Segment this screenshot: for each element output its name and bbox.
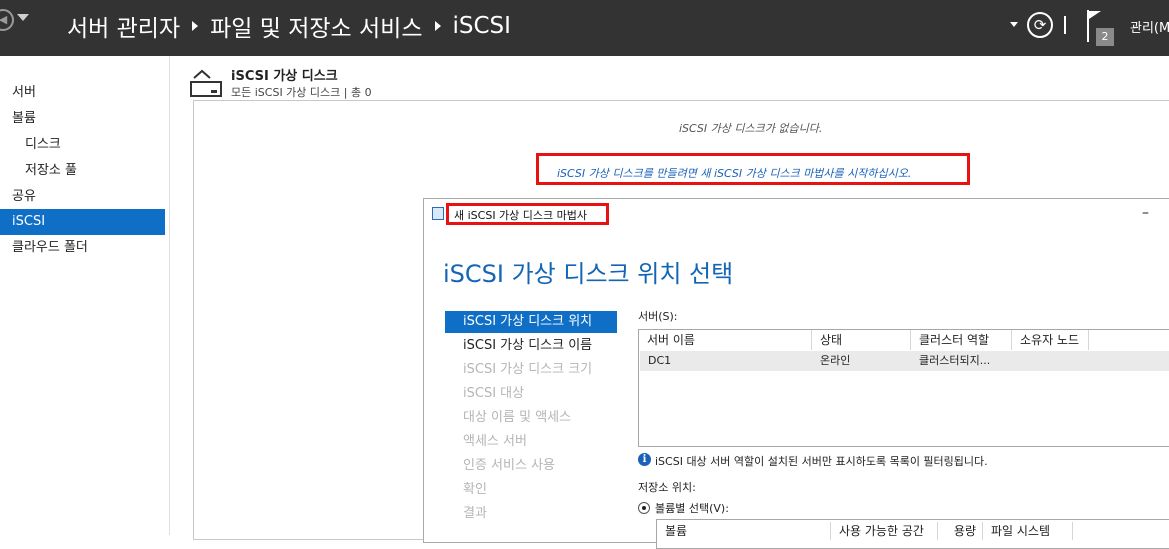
back-arrow-icon[interactable]: ◀ (0, 9, 14, 31)
sidebar-item-disks[interactable]: 디스크 (0, 132, 165, 158)
history-dropdown-icon[interactable] (17, 14, 29, 21)
column-header-capacity[interactable]: 용량 (938, 522, 983, 540)
storage-location-label: 저장소 위치: (638, 481, 696, 494)
title-bar: ◀ 서버 관리자 파일 및 저장소 서비스 iSCSI ⟳ 2 관리(M (0, 0, 1169, 56)
sidebar-item-cloud-folders[interactable]: 클라우드 폴더 (0, 235, 165, 261)
step-iscsi-target: iSCSI 대상 (463, 386, 525, 401)
breadcrumb-separator-icon (434, 21, 441, 31)
sidebar-item-iscsi[interactable]: iSCSI (0, 209, 165, 235)
column-header-cluster-role[interactable]: 클러스터 역할 (911, 330, 1012, 350)
radio-selected-dot (642, 506, 646, 510)
info-icon: i (638, 453, 651, 466)
wizard-heading: iSCSI 가상 디스크 위치 선택 (443, 260, 734, 288)
cell-cluster-role: 클러스터되지... (919, 354, 991, 367)
server-label: 서버(S): (638, 310, 678, 323)
wizard-app-icon (432, 207, 444, 220)
new-iscsi-virtual-disk-wizard: 새 iSCSI 가상 디스크 마법사 – iSCSI 가상 디스크 위치 선택 … (423, 198, 1169, 549)
step-disk-location[interactable]: iSCSI 가상 디스크 위치 (445, 311, 617, 333)
flag-cloth-icon (1089, 11, 1101, 27)
sidebar-item-storage-pools[interactable]: 저장소 풀 (0, 158, 165, 184)
wizard-title: 새 iSCSI 가상 디스크 마법사 (454, 209, 588, 222)
sidebar-item-shares[interactable]: 공유 (0, 184, 165, 210)
step-disk-size: iSCSI 가상 디스크 크기 (463, 362, 593, 377)
pane-subtitle: 모든 iSCSI 가상 디스크 | 총 0 (231, 86, 372, 99)
column-header-volume[interactable]: 볼륨 (657, 522, 831, 540)
column-header-owner-node[interactable]: 소유자 노드 (1012, 330, 1089, 350)
sidebar: 서버 볼륨 디스크 저장소 풀 공유 iSCSI 클라우드 폴더 (0, 56, 170, 535)
filter-info-text: iSCSI 대상 서버 역할이 설치된 서버만 표시하도록 목록이 필터링됩니다… (655, 455, 988, 468)
virtual-disk-icon (190, 69, 222, 97)
step-results: 결과 (463, 506, 487, 521)
cell-server-name: DC1 (648, 354, 672, 367)
column-header-status[interactable]: 상태 (812, 330, 911, 350)
sidebar-item-volumes[interactable]: 볼륨 (0, 106, 165, 132)
wizard-titlebar[interactable]: 새 iSCSI 가상 디스크 마법사 – (424, 199, 1169, 229)
table-row[interactable]: DC1 온라인 클러스터되지... (640, 351, 1169, 371)
step-disk-name[interactable]: iSCSI 가상 디스크 이름 (445, 335, 617, 357)
breadcrumb-file-storage[interactable]: 파일 및 저장소 서비스 (210, 9, 422, 43)
sidebar-item-servers[interactable]: 서버 (0, 80, 165, 106)
volume-list[interactable]: 볼륨 사용 가능한 공간 용량 파일 시스템 (656, 519, 1169, 549)
step-target-name-access: 대상 이름 및 액세스 (463, 410, 572, 425)
step-enable-auth: 인증 서비스 사용 (463, 458, 555, 473)
step-access-servers: 액세스 서버 (463, 434, 527, 449)
column-header-file-system[interactable]: 파일 시스템 (983, 522, 1073, 540)
refresh-dropdown-icon[interactable] (1010, 22, 1018, 27)
manage-menu[interactable]: 관리(M (1130, 17, 1169, 36)
step-confirmation: 확인 (463, 482, 487, 497)
start-wizard-link[interactable]: iSCSI 가상 디스크를 만들려면 새 iSCSI 가상 디스크 마법사를 시… (557, 165, 911, 181)
notifications-flag[interactable]: 2 (1087, 10, 1117, 48)
refresh-icon[interactable]: ⟳ (1027, 12, 1053, 38)
empty-message: iSCSI 가상 디스크가 없습니다. (679, 122, 823, 135)
select-by-volume-radio[interactable] (638, 502, 650, 514)
breadcrumb-separator-icon (192, 21, 199, 31)
column-header-free-space[interactable]: 사용 가능한 공간 (831, 522, 938, 540)
breadcrumb-server-manager[interactable]: 서버 관리자 (67, 9, 180, 43)
server-list[interactable]: 서버 이름 상태 클러스터 역할 소유자 노드 DC1 온라인 클러스터되지..… (638, 329, 1169, 447)
breadcrumb-iscsi[interactable]: iSCSI (453, 13, 511, 39)
minimize-button[interactable]: – (1142, 205, 1149, 221)
breadcrumb: 서버 관리자 파일 및 저장소 서비스 iSCSI (67, 10, 511, 42)
cell-status: 온라인 (820, 354, 851, 367)
select-by-volume-label[interactable]: 볼륨별 선택(V): (655, 500, 729, 516)
pane-title: iSCSI 가상 디스크 (231, 69, 338, 84)
column-header-server-name[interactable]: 서버 이름 (639, 330, 812, 350)
toolbar-divider (1064, 16, 1066, 34)
notification-count-badge: 2 (1096, 28, 1114, 46)
